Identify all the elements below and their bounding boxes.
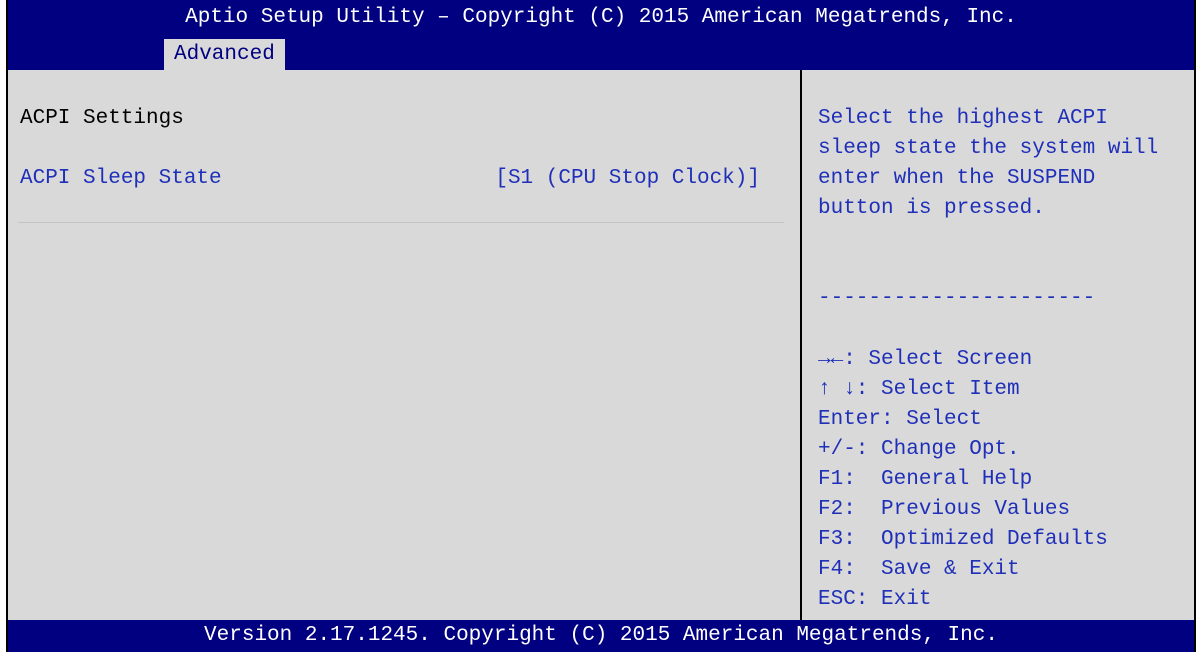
key-hint-select-screen: →←: Select Screen [818, 348, 1033, 371]
key-hint-enter: Enter: Select [818, 408, 982, 431]
tab-advanced[interactable]: Advanced [164, 39, 285, 70]
help-description-line: sleep state the system will [818, 137, 1159, 160]
section-title-acpi-settings: ACPI Settings [20, 107, 184, 130]
key-hint-f4: F4: Save & Exit [818, 558, 1020, 581]
help-separator: ---------------------- [818, 287, 1096, 310]
key-hint-change-opt: +/-: Change Opt. [818, 438, 1020, 461]
panel-divider [800, 70, 802, 620]
key-hint-f1: F1: General Help [818, 468, 1033, 491]
acpi-sleep-state-label: ACPI Sleep State [20, 167, 222, 190]
key-hint-esc: ESC: Exit [818, 588, 932, 611]
help-description-line: enter when the SUSPEND [818, 167, 1096, 190]
footer-version: Version 2.17.1245. Copyright (C) 2015 Am… [8, 620, 1194, 652]
row-divider [18, 222, 784, 223]
main-panel: ACPI Settings ACPI Sleep State [S1 (CPU … [8, 70, 798, 620]
help-description-line: Select the highest ACPI [818, 107, 1108, 130]
bios-screen: Aptio Setup Utility – Copyright (C) 2015… [6, 0, 1196, 652]
help-description-line: button is pressed. [818, 197, 1045, 220]
title-bar: Aptio Setup Utility – Copyright (C) 2015… [8, 0, 1194, 36]
help-panel: Select the highest ACPI sleep state the … [812, 70, 1192, 620]
key-hint-f2: F2: Previous Values [818, 498, 1071, 521]
key-hint-f3: F3: Optimized Defaults [818, 528, 1108, 551]
acpi-sleep-state-value[interactable]: [S1 (CPU Stop Clock)] [495, 164, 760, 194]
key-hint-select-item: ↑ ↓: Select Item [818, 378, 1020, 401]
tab-bar: Advanced [8, 36, 1194, 70]
acpi-sleep-state-row[interactable]: ACPI Sleep State [S1 (CPU Stop Clock)] [18, 162, 780, 196]
